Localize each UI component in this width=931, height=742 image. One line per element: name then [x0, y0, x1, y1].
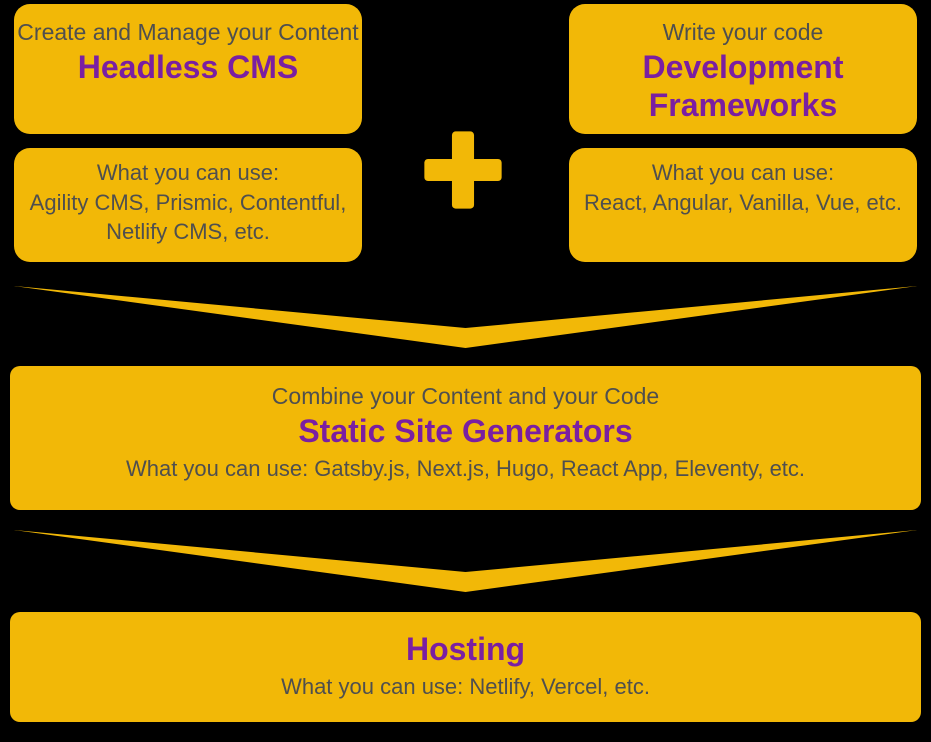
- cms-header-box: Create and Manage your Content Headless …: [14, 4, 362, 134]
- ssg-title: Static Site Generators: [10, 412, 921, 450]
- ssg-usage: What you can use: Gatsby.js, Next.js, Hu…: [10, 454, 921, 484]
- hosting-box: Hosting What you can use: Netlify, Verce…: [10, 612, 921, 722]
- plus-icon: [417, 124, 509, 216]
- cms-subtitle: Create and Manage your Content: [14, 18, 362, 48]
- hosting-title: Hosting: [10, 630, 921, 668]
- hosting-usage: What you can use: Netlify, Vercel, etc.: [10, 672, 921, 702]
- down-arrow-icon: [14, 286, 917, 348]
- dev-usage-box: What you can use: React, Angular, Vanill…: [569, 148, 917, 262]
- cms-title: Headless CMS: [14, 48, 362, 86]
- cms-usage-label: What you can use:: [14, 158, 362, 188]
- ssg-box: Combine your Content and your Code Stati…: [10, 366, 921, 510]
- dev-title: Development Frameworks: [569, 48, 917, 125]
- down-arrow-icon: [14, 530, 917, 592]
- dev-usage-list: React, Angular, Vanilla, Vue, etc.: [569, 188, 917, 218]
- dev-header-box: Write your code Development Frameworks: [569, 4, 917, 134]
- dev-usage-label: What you can use:: [569, 158, 917, 188]
- cms-usage-list: Agility CMS, Prismic, Contentful, Netlif…: [14, 188, 362, 247]
- cms-usage-box: What you can use: Agility CMS, Prismic, …: [14, 148, 362, 262]
- dev-subtitle: Write your code: [569, 18, 917, 48]
- ssg-subtitle: Combine your Content and your Code: [10, 382, 921, 412]
